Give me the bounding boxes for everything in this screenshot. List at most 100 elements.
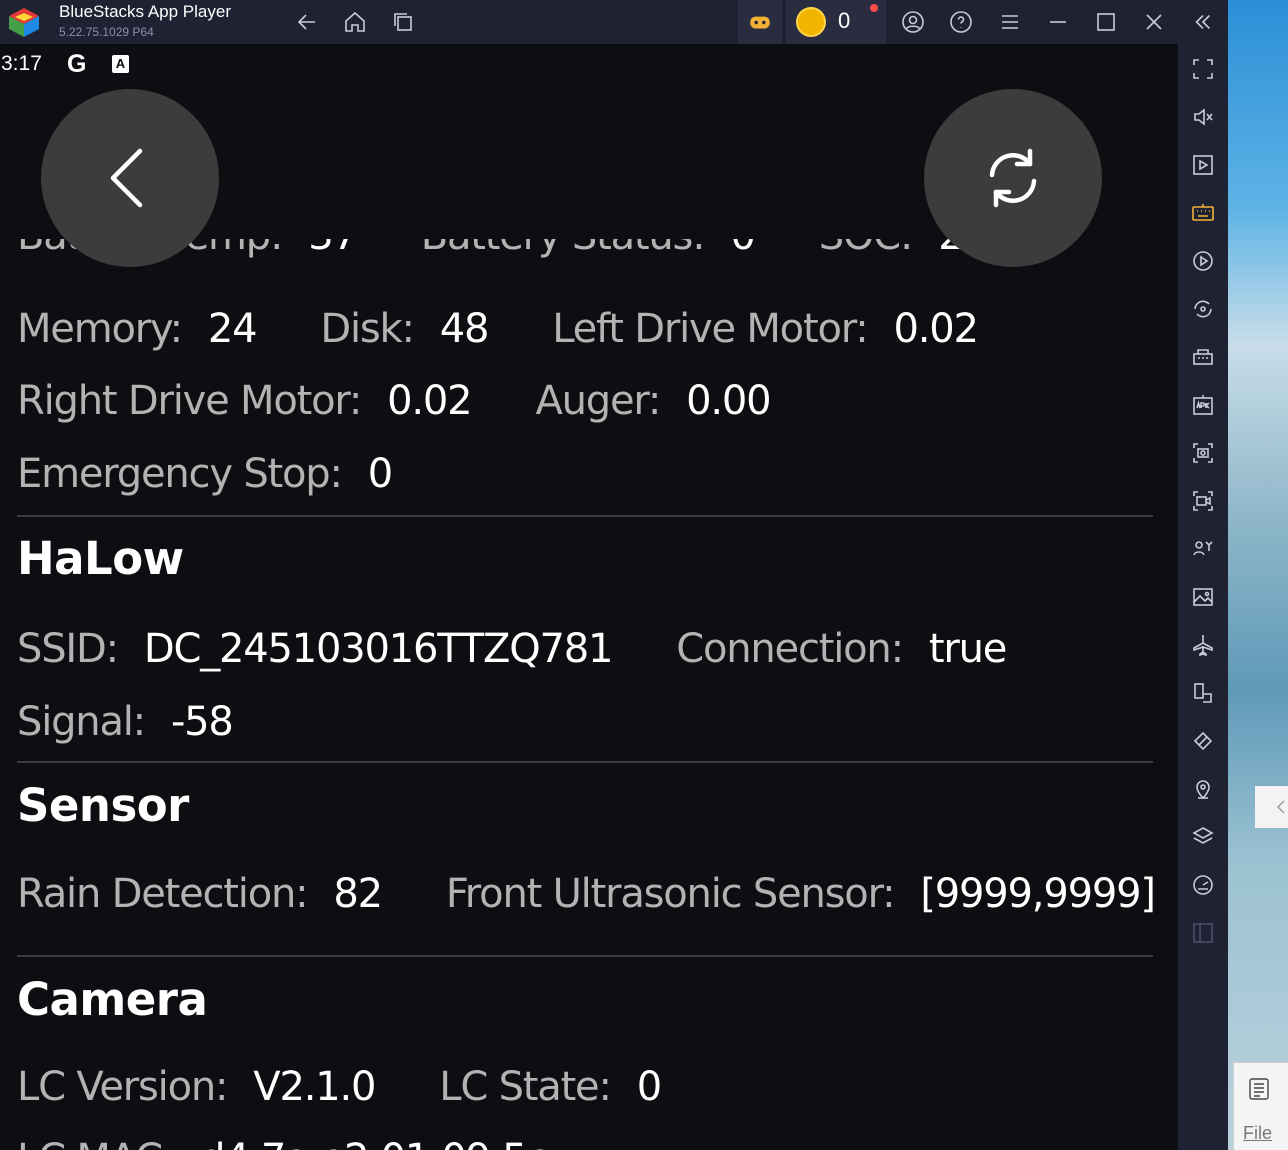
airplane-mode-icon[interactable] xyxy=(1190,632,1216,658)
desktop-panel-tab[interactable] xyxy=(1255,786,1288,828)
speed-icon[interactable] xyxy=(1190,872,1216,898)
file-label: File xyxy=(1243,1123,1273,1143)
collapse-sidebar-icon[interactable] xyxy=(1186,6,1220,38)
performance-icon[interactable] xyxy=(1190,344,1216,370)
app-version: 5.22.75.1029 P64 xyxy=(59,25,154,39)
account-icon[interactable] xyxy=(898,7,928,37)
game-controller-button[interactable] xyxy=(738,0,782,44)
front-ultrasonic-sensor-label: Front Ultrasonic Sensor: xyxy=(445,871,896,917)
rain-detection-label: Rain Detection: xyxy=(17,871,309,917)
screen-record-icon[interactable] xyxy=(1190,488,1216,514)
recent-apps-icon[interactable] xyxy=(388,7,418,37)
document-icon xyxy=(1247,1077,1271,1101)
disk-value: 48 xyxy=(439,306,490,352)
emergency-stop-label: Emergency Stop: xyxy=(17,451,343,497)
resize-window-icon[interactable] xyxy=(1190,680,1216,706)
google-icon: G xyxy=(67,50,87,78)
auger-label: Auger: xyxy=(535,378,661,424)
back-arrow-icon[interactable] xyxy=(292,7,322,37)
connection-label: Connection: xyxy=(676,626,904,672)
title-bar: BlueStacks App Player 5.22.75.1029 P64 0 xyxy=(0,0,1228,44)
bluestacks-sidebar xyxy=(1178,44,1228,1150)
chevron-left-icon xyxy=(110,148,143,208)
desktop-file-item[interactable]: File xyxy=(1233,1062,1288,1150)
section-divider xyxy=(17,515,1153,517)
soc-label: SOC: xyxy=(819,239,914,259)
help-icon[interactable] xyxy=(946,7,976,37)
lc-version-value: V2.1.0 xyxy=(253,1064,376,1110)
coin-balance[interactable]: 0 xyxy=(786,0,886,44)
macro-play-icon[interactable] xyxy=(1190,248,1216,274)
lc-state-label: LC State: xyxy=(439,1064,612,1110)
keyboard-notification-icon: A xyxy=(112,55,129,73)
ssid-label: SSID: xyxy=(17,626,119,672)
lc-state-value: 0 xyxy=(636,1064,662,1110)
emergency-stop-value: 0 xyxy=(367,451,393,497)
layers-icon[interactable] xyxy=(1190,824,1216,850)
auger-value: 0.00 xyxy=(686,378,771,424)
coin-icon xyxy=(796,7,826,37)
chevron-left-icon xyxy=(1277,800,1285,814)
sensor-row: Rain Detection: 82 Front Ultrasonic Sens… xyxy=(17,871,1156,923)
location-icon[interactable] xyxy=(1190,776,1216,802)
lc-version-label: LC Version: xyxy=(17,1064,228,1110)
right-drive-motor-label: Right Drive Motor: xyxy=(17,378,362,424)
bluestacks-window: BlueStacks App Player 5.22.75.1029 P64 0 xyxy=(0,0,1288,1150)
screenshot-icon[interactable] xyxy=(1190,440,1216,466)
android-screen: 3:17 G A Battery Temp:37Battery Status:0… xyxy=(0,44,1178,1150)
gallery-icon[interactable] xyxy=(1190,584,1216,610)
lc-mac-label: LC MAC: xyxy=(17,1136,175,1150)
menu-icon[interactable] xyxy=(995,7,1025,37)
install-apk-icon[interactable] xyxy=(1190,392,1216,418)
volume-mute-icon[interactable] xyxy=(1190,104,1216,130)
section-divider xyxy=(17,955,1153,957)
left-drive-motor-value: 0.02 xyxy=(893,306,979,352)
side-panel-icon[interactable] xyxy=(1190,920,1216,946)
section-divider xyxy=(17,761,1153,763)
telemetry-row: Right Drive Motor: 0.02 Auger: 0.00 xyxy=(17,378,834,430)
home-icon[interactable] xyxy=(340,7,370,37)
battery-status-value: 0 xyxy=(730,239,755,259)
rotate-sync-icon[interactable] xyxy=(1190,296,1216,322)
memory-label: Memory: xyxy=(17,306,183,352)
multi-instance-icon[interactable] xyxy=(1190,536,1216,562)
notification-dot xyxy=(870,4,878,12)
battery-temp-value: 37 xyxy=(308,239,358,259)
lc-mac-value: d4:7a:e2:01:09:5c xyxy=(200,1136,548,1150)
status-time: 3:17 xyxy=(1,52,42,75)
minimize-icon[interactable] xyxy=(1043,7,1073,37)
connection-value: true xyxy=(928,626,1008,672)
disk-label: Disk: xyxy=(320,306,415,352)
halow-section-title: HaLow xyxy=(17,532,184,585)
signal-label: Signal: xyxy=(17,699,146,745)
sensor-section-title: Sensor xyxy=(17,779,189,832)
fullscreen-icon[interactable] xyxy=(1190,56,1216,82)
battery-status-label: Battery Status: xyxy=(421,239,706,259)
camera-section-title: Camera xyxy=(17,973,208,1026)
camera-row: LC Version: V2.1.0 LC State: 0 xyxy=(17,1064,725,1116)
maximize-icon[interactable] xyxy=(1091,7,1121,37)
signal-value: -58 xyxy=(170,699,234,745)
bluestacks-logo-icon xyxy=(6,4,42,40)
app-title: BlueStacks App Player xyxy=(59,2,231,21)
back-button[interactable] xyxy=(41,89,219,267)
refresh-icon xyxy=(989,148,1037,208)
refresh-button[interactable] xyxy=(924,89,1102,267)
ssid-value: DC_245103016TTZQ781 xyxy=(143,626,614,672)
left-drive-motor-label: Left Drive Motor: xyxy=(552,306,868,352)
desktop-background xyxy=(1228,0,1288,1150)
eco-mode-icon[interactable] xyxy=(1190,728,1216,754)
close-icon[interactable] xyxy=(1139,7,1169,37)
coin-count: 0 xyxy=(838,8,851,33)
telemetry-row: Emergency Stop: 0 xyxy=(17,451,456,503)
camera-row-partial: LC MAC: d4:7a:e2:01:09:5c xyxy=(17,1136,611,1150)
right-drive-motor-value: 0.02 xyxy=(387,378,472,424)
front-ultrasonic-sensor-value: [9999,9999] xyxy=(920,871,1156,917)
keyboard-controls-icon[interactable] xyxy=(1190,200,1216,226)
memory-value: 24 xyxy=(207,306,258,352)
rain-detection-value: 82 xyxy=(333,871,383,917)
telemetry-row: Memory: 24 Disk: 48 Left Drive Motor: 0.… xyxy=(17,306,1042,358)
halow-row: Signal: -58 xyxy=(17,699,297,751)
media-manager-icon[interactable] xyxy=(1190,152,1216,178)
halow-row: SSID: DC_245103016TTZQ781 Connection: tr… xyxy=(17,626,1070,678)
